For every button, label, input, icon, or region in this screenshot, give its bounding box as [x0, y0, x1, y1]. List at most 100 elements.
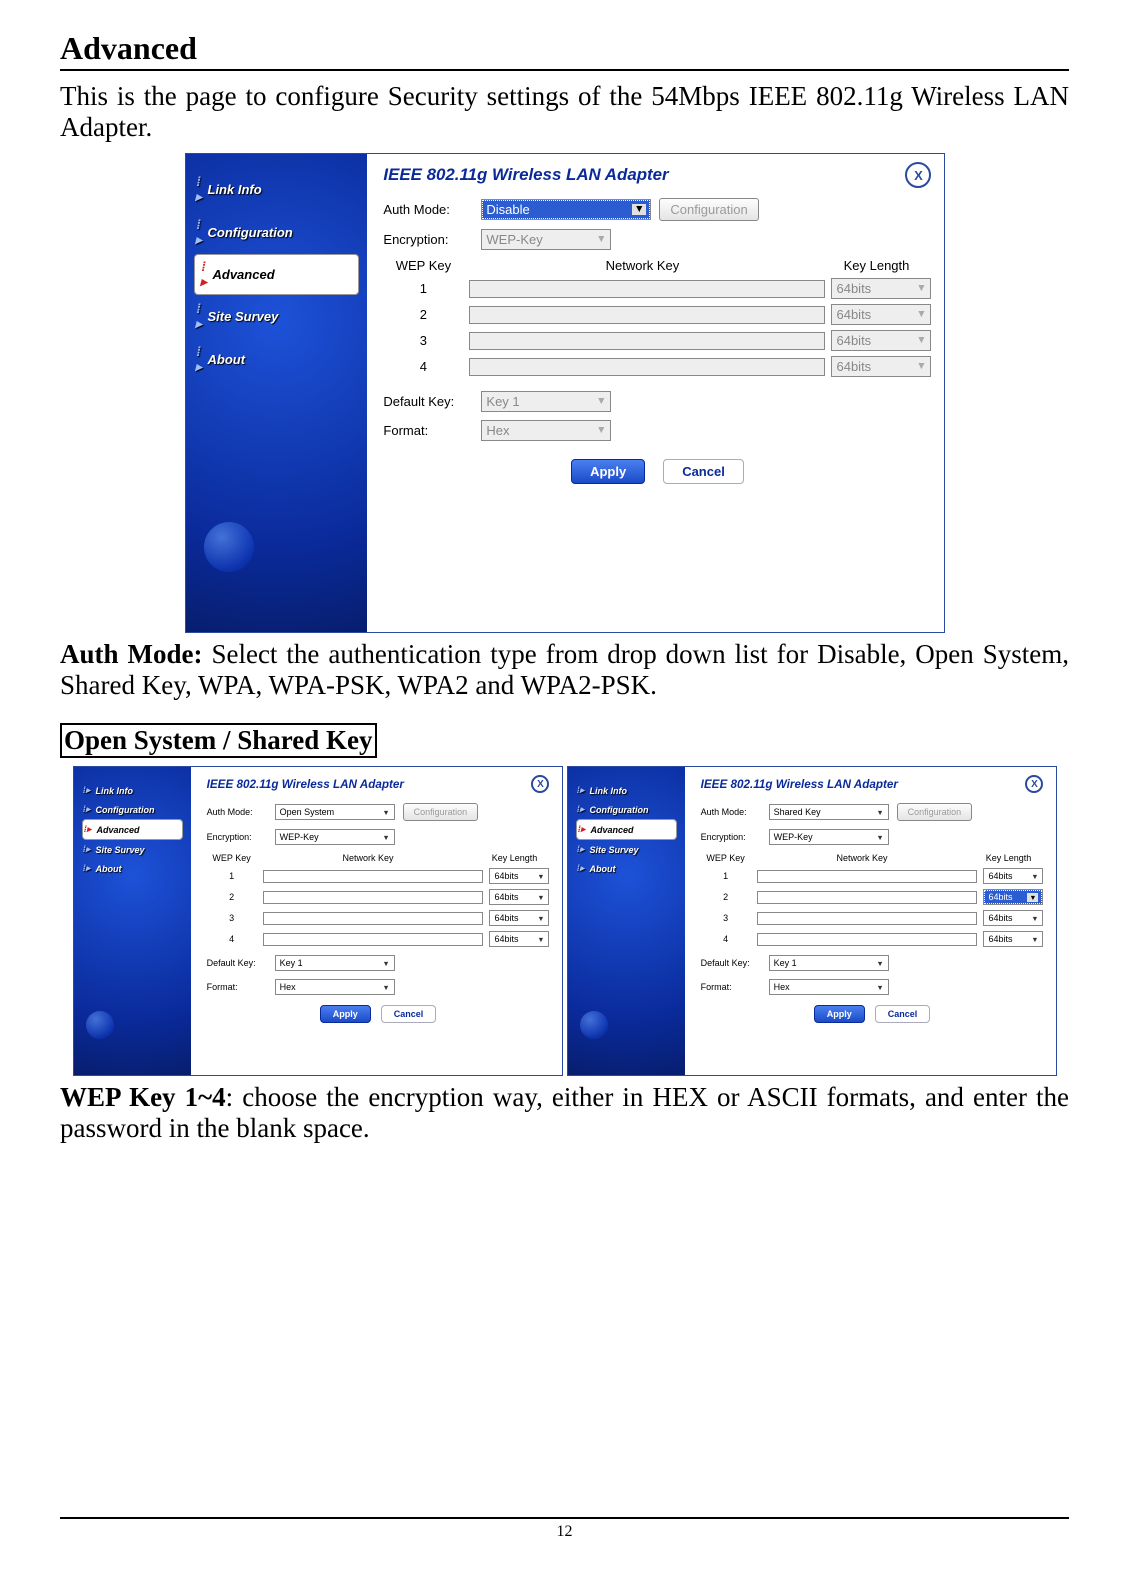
network-key-input[interactable] [757, 912, 978, 925]
subsection-heading: Open System / Shared Key [60, 723, 377, 758]
key-length-select[interactable]: 64bits▼ [831, 330, 931, 351]
sidebar-item-link-info[interactable]: ⁞▸Link Info [576, 781, 677, 800]
configuration-button[interactable]: Configuration [659, 198, 758, 221]
format-select[interactable]: Hex▼ [769, 979, 889, 995]
close-button[interactable]: X [1025, 775, 1043, 793]
auth-mode-select[interactable]: Shared Key▼ [769, 804, 889, 820]
wep-index: 2 [701, 892, 751, 902]
sidebar-item-label: Site Survey [590, 845, 639, 855]
key-length-select[interactable]: 64bits▼ [831, 278, 931, 299]
default-key-value: Key 1 [486, 394, 519, 409]
sidebar-item-advanced[interactable]: ⁞▸ Advanced [576, 819, 677, 840]
window-title: IEEE 802.11g Wireless LAN Adapter [207, 778, 404, 791]
page-heading: Advanced [60, 30, 1069, 71]
apply-button[interactable]: Apply [571, 459, 645, 484]
bullet-icon: ⁞▸ [577, 824, 587, 835]
sidebar-item-label: About [590, 864, 616, 874]
sidebar-item-site-survey[interactable]: ⁞▸Site Survey [82, 840, 183, 859]
sidebar-item-link-info[interactable]: ⁞▸Link Info [194, 168, 360, 211]
wep-row: 364bits▼ [701, 910, 1044, 926]
sidebar-item-label: Advanced [591, 825, 634, 835]
apply-button[interactable]: Apply [814, 1005, 865, 1023]
network-key-input[interactable] [757, 891, 978, 904]
auth-mode-select[interactable]: Disable▼ [481, 199, 651, 220]
chevron-down-icon: ▼ [1031, 914, 1038, 923]
screenshot-open-system: ⁞▸Link Info ⁞▸Configuration ⁞▸Advanced ⁞… [73, 766, 563, 1076]
col-wep-key: WEP Key [701, 853, 751, 863]
auth-mode-value: Disable [486, 202, 529, 217]
encryption-select[interactable]: WEP-Key ▼ [275, 829, 395, 845]
network-key-input[interactable] [469, 306, 825, 324]
apply-button[interactable]: Apply [320, 1005, 371, 1023]
close-button[interactable]: X [531, 775, 549, 793]
sidebar-item-about[interactable]: ⁞▸About [194, 338, 360, 381]
default-key-select[interactable]: Key 1 ▼ [769, 955, 889, 971]
network-key-input[interactable] [263, 891, 484, 904]
key-length-value: 64bits [494, 934, 518, 944]
network-key-input[interactable] [757, 870, 978, 883]
close-button[interactable]: X [905, 162, 931, 188]
network-key-input[interactable] [469, 358, 825, 376]
cancel-button[interactable]: Cancel [663, 459, 744, 484]
wep-row: 4 64bits▼ [383, 356, 931, 377]
sidebar-item-configuration[interactable]: ⁞▸Configuration [576, 800, 677, 819]
key-length-select[interactable]: 64bits▼ [489, 931, 549, 947]
format-select[interactable]: Hex▼ [275, 979, 395, 995]
bullet-icon: ⁞▸ [576, 785, 586, 796]
network-key-input[interactable] [757, 933, 978, 946]
encryption-select[interactable]: WEP-Key▼ [769, 829, 889, 845]
bullet-icon: ⁞▸ [576, 844, 586, 855]
key-length-select[interactable]: 64bits▼ [983, 889, 1043, 905]
sidebar-item-site-survey[interactable]: ⁞▸Site Survey [194, 295, 360, 338]
auth-mode-select[interactable]: Open System▼ [275, 804, 395, 820]
format-select[interactable]: Hex▼ [481, 420, 611, 441]
key-length-select[interactable]: 64bits▼ [489, 889, 549, 905]
wep-index: 1 [701, 871, 751, 881]
key-length-select[interactable]: 64bits▼ [489, 868, 549, 884]
sidebar-item-about[interactable]: ⁞▸About [82, 859, 183, 878]
sidebar-item-configuration[interactable]: ⁞▸Configuration [82, 800, 183, 819]
encryption-value: WEP-Key [486, 232, 542, 247]
wep-index: 4 [383, 359, 463, 374]
default-key-select[interactable]: Key 1▼ [275, 955, 395, 971]
sidebar-item-site-survey[interactable]: ⁞▸ Site Survey [576, 840, 677, 859]
default-key-select[interactable]: Key 1▼ [481, 391, 611, 412]
key-length-select[interactable]: 64bits▼ [983, 868, 1043, 884]
key-length-value: 64bits [836, 333, 871, 348]
key-length-select[interactable]: 64bits▼ [983, 931, 1043, 947]
key-length-select[interactable]: 64bits▼ [831, 356, 931, 377]
sidebar-item-advanced[interactable]: ⁞▸Advanced [82, 819, 183, 840]
window-title: IEEE 802.11g Wireless LAN Adapter [701, 778, 898, 791]
network-key-input[interactable] [469, 332, 825, 350]
bullet-icon: ⁞▸ [199, 259, 209, 290]
encryption-label: Encryption: [383, 232, 473, 247]
sidebar-item-configuration[interactable]: ⁞▸Configuration [194, 211, 360, 254]
sidebar-item-advanced[interactable]: ⁞▸Advanced [194, 254, 360, 295]
key-length-select[interactable]: 64bits▼ [983, 910, 1043, 926]
bullet-icon: ⁞▸ [82, 785, 92, 796]
configuration-button[interactable]: Configuration [403, 803, 479, 821]
bullet-icon: ⁞▸ [82, 863, 92, 874]
chevron-down-icon: ▼ [876, 959, 883, 968]
encryption-value: WEP-Key [280, 832, 319, 842]
wep-row: 264bits▼ [207, 889, 550, 905]
cancel-button[interactable]: Cancel [875, 1005, 931, 1023]
network-key-input[interactable] [469, 280, 825, 298]
network-key-input[interactable] [263, 870, 484, 883]
page-number: 12 [557, 1523, 573, 1540]
configuration-button[interactable]: Configuration [897, 803, 973, 821]
sidebar-item-link-info[interactable]: ⁞▸Link Info [82, 781, 183, 800]
encryption-select[interactable]: WEP-Key▼ [481, 229, 611, 250]
network-key-input[interactable] [263, 933, 484, 946]
key-length-select[interactable]: 64bits▼ [831, 304, 931, 325]
chevron-down-icon: ▼ [916, 361, 926, 372]
sidebar: ⁞▸Link Info ⁞▸Configuration ⁞▸Advanced ⁞… [74, 767, 191, 1075]
sidebar-item-about[interactable]: ⁞▸About [576, 859, 677, 878]
network-key-input[interactable] [263, 912, 484, 925]
chevron-down-icon: ▼ [382, 833, 389, 842]
key-length-select[interactable]: 64bits▼ [489, 910, 549, 926]
default-key-value: Key 1 [774, 958, 797, 968]
format-label: Format: [701, 982, 761, 992]
cancel-button[interactable]: Cancel [381, 1005, 437, 1023]
chevron-down-icon: ▼ [1031, 872, 1038, 881]
